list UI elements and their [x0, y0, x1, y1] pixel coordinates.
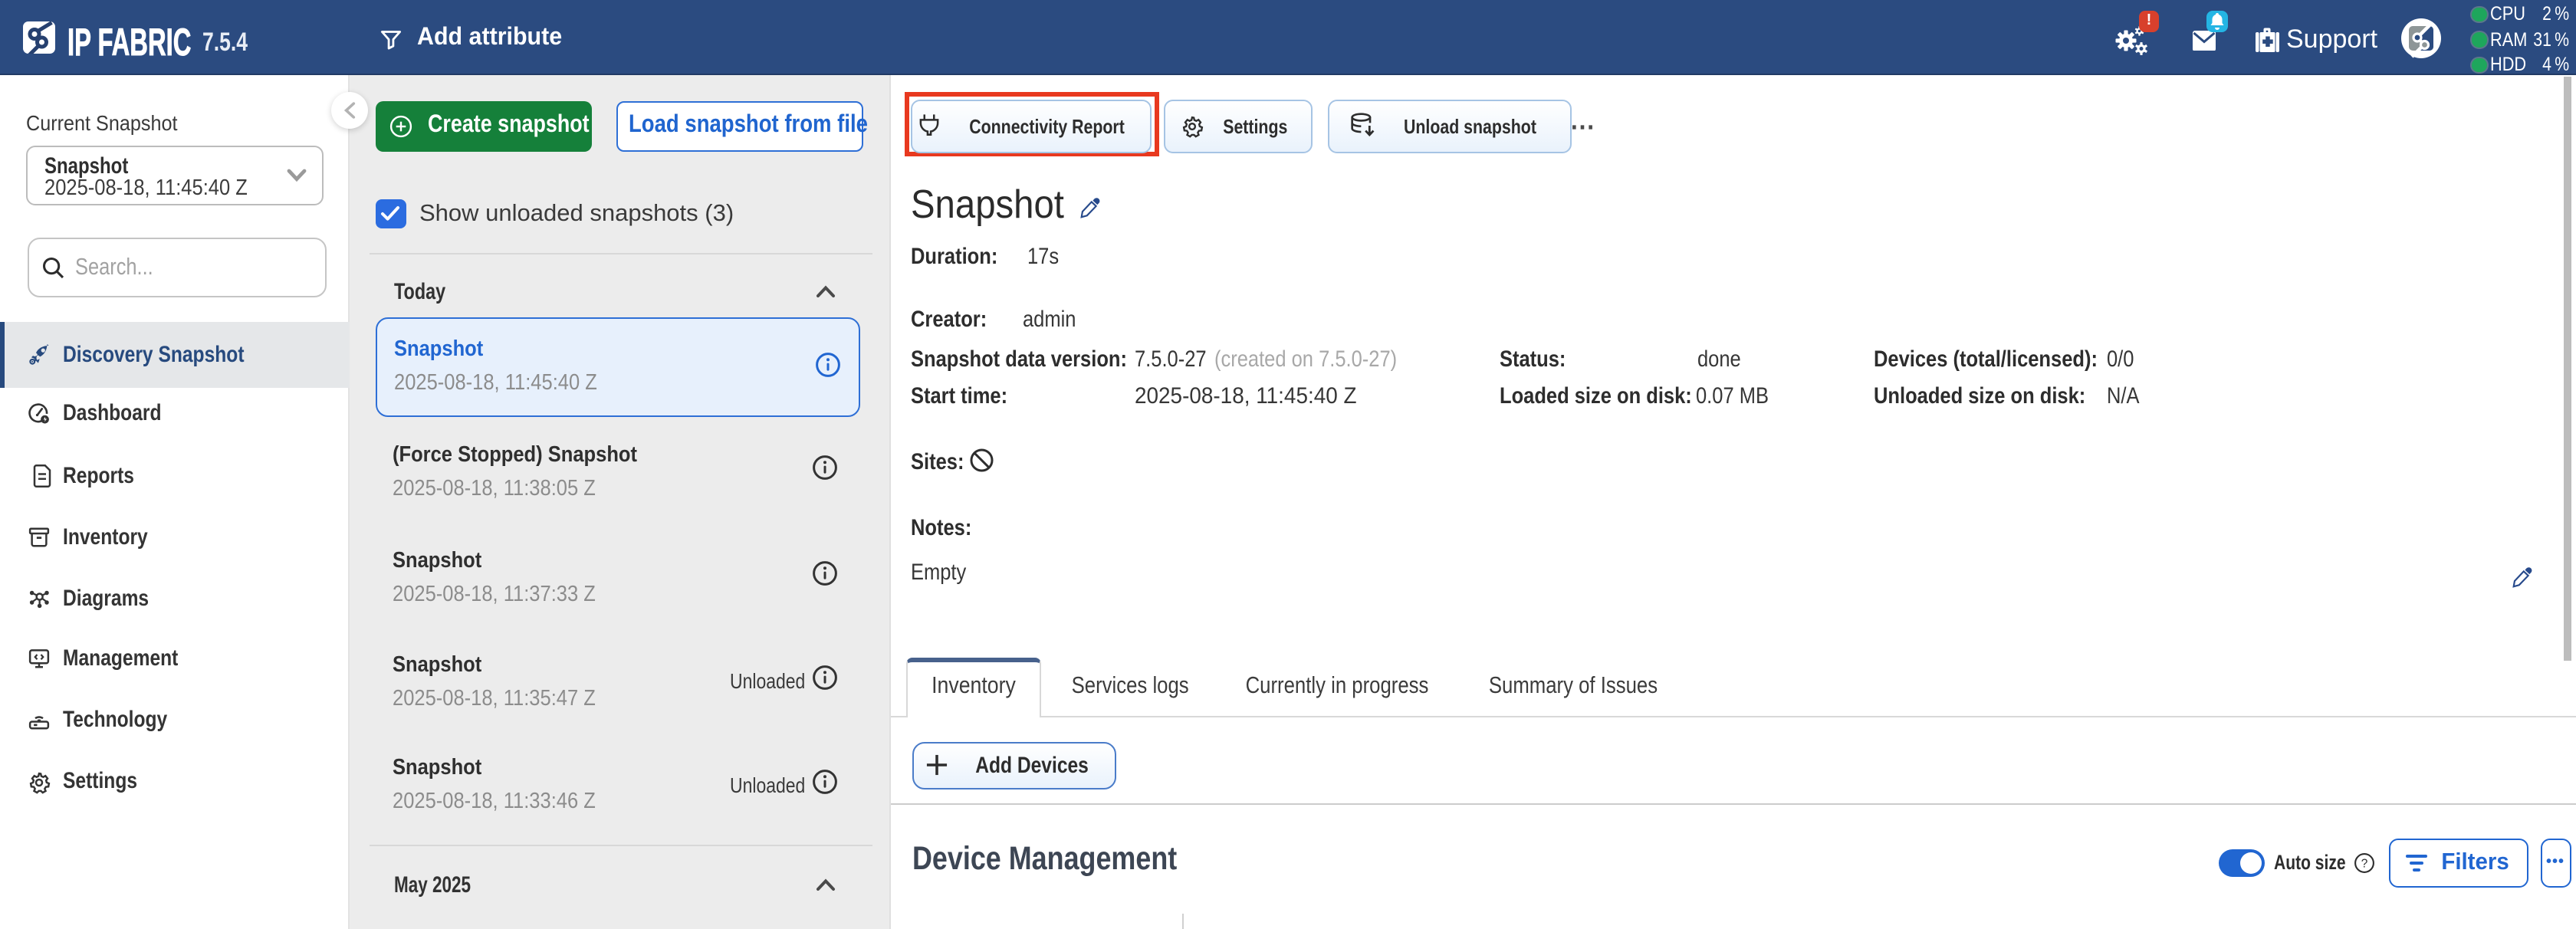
svg-text:?: ?	[2361, 857, 2367, 870]
